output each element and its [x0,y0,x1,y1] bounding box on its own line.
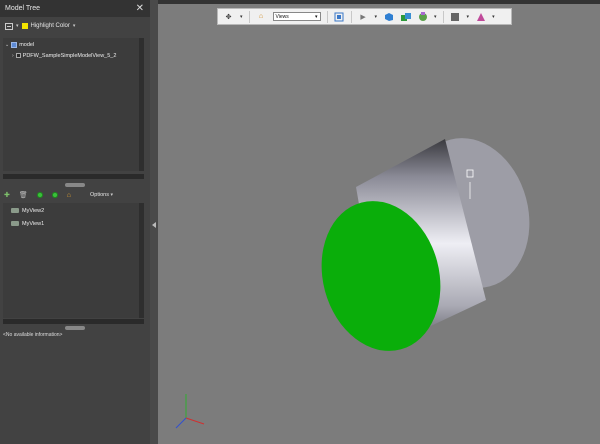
options-label: Options [90,192,109,198]
prev-view-icon[interactable] [36,192,43,198]
views-toolbar: ✚ 🗑 ⌂ Options ▾ [4,188,148,202]
tree-item-label: PDFW_SampleSimpleModelView_5_2 [22,52,117,59]
axis-triad-icon [175,394,205,429]
tree-item-label: model [19,41,35,48]
view-camera-icon [11,221,19,226]
tree-options-dropdown-icon[interactable]: ▾ [16,23,19,29]
options-menu[interactable]: Options ▾ [90,192,113,198]
info-text: <No available information> [3,332,63,338]
views-vertical-scrollbar[interactable] [139,203,144,318]
cylinder-model[interactable] [305,125,545,365]
highlight-row: ▾ Highlight Color ▾ [0,17,150,35]
close-icon[interactable]: ✕ [136,3,144,14]
view-item-label: MyView2 [22,207,45,214]
delete-view-icon[interactable]: 🗑 [19,191,28,199]
visibility-checkbox[interactable] [15,53,21,58]
expand-icon[interactable]: ⌄ [5,42,9,48]
collapse-panel-icon[interactable] [152,222,156,228]
panel-title: Model Tree [5,5,41,12]
tree-pane: ⌄ model › PDFW_SampleSimpleModelView_5_2 [3,38,144,171]
tree-horizontal-scrollbar[interactable] [3,174,144,179]
options-dropdown-icon: ▾ [110,192,114,198]
3d-viewport[interactable] [158,4,600,444]
highlight-color-swatch[interactable] [21,23,28,29]
panel-divider[interactable] [150,0,158,444]
tree-vertical-scrollbar[interactable] [139,38,144,171]
highlight-color-dropdown-icon[interactable]: ▾ [73,23,76,29]
model-tree-panel: Model Tree ✕ ▾ Highlight Color ▾ ⌄ model… [0,0,150,444]
next-view-icon[interactable] [51,192,58,198]
view-item-label: MyView1 [22,220,45,227]
tree-item-part[interactable]: › PDFW_SampleSimpleModelView_5_2 [3,50,144,61]
tree-options-icon[interactable] [5,22,13,30]
panel-header: Model Tree ✕ [0,0,150,17]
highlight-color-label[interactable]: Highlight Color [31,23,70,29]
splitter-handle[interactable] [65,183,85,187]
views-pane: MyView2 MyView1 [3,203,144,318]
view-camera-icon [11,208,19,213]
tree-item-model[interactable]: ⌄ model [3,39,144,50]
view-item[interactable]: MyView2 [3,204,144,217]
views-horizontal-scrollbar[interactable] [3,319,144,324]
model-icon [11,41,18,48]
home-view-icon[interactable]: ⌂ [67,192,71,199]
collapse-icon[interactable]: › [12,53,14,59]
new-view-icon[interactable]: ✚ [4,191,10,199]
view-item[interactable]: MyView1 [3,217,144,230]
splitter-handle[interactable] [65,326,85,330]
